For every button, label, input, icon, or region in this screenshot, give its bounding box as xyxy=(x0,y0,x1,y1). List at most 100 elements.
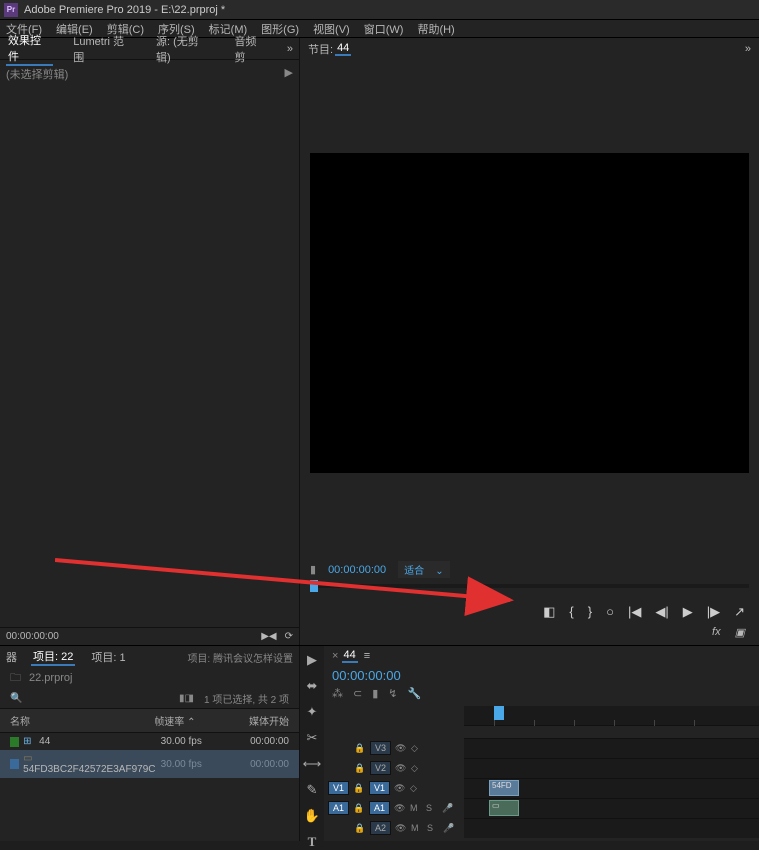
timeline-timecode[interactable]: 00:00:00:00 xyxy=(324,666,759,685)
linked-selection-icon[interactable]: ⊂ xyxy=(353,687,362,700)
marker-add-icon[interactable]: ▮ xyxy=(372,687,378,700)
program-tab-sequence[interactable]: 44 xyxy=(335,42,351,56)
project-filename: 22.prproj xyxy=(29,672,72,684)
voice-icon[interactable]: 🎤 xyxy=(442,803,454,814)
output-icon[interactable]: ◇ xyxy=(411,763,423,774)
eye-icon[interactable]: 👁 xyxy=(395,743,407,754)
label-color xyxy=(10,759,19,769)
lock-icon[interactable]: 🔒 xyxy=(353,803,365,814)
timeline-tab-sequence[interactable]: 44 xyxy=(342,649,358,663)
timeline-tab-menu-icon[interactable]: ≡ xyxy=(364,650,370,662)
no-clip-selected-text: (未选择剪辑) xyxy=(6,69,68,81)
lock-icon[interactable]: 🔒 xyxy=(354,763,366,774)
type-tool[interactable]: T xyxy=(308,834,317,850)
play-button[interactable]: ▶ xyxy=(683,604,693,620)
tab-project-1[interactable]: 项目: 1 xyxy=(89,649,127,665)
mute-button[interactable]: M xyxy=(410,803,422,813)
selection-tool[interactable]: ▶ xyxy=(307,652,317,668)
window-title: Adobe Premiere Pro 2019 - E:\22.prproj * xyxy=(24,4,225,16)
panel-group-label: 器 xyxy=(6,649,17,665)
column-framerate[interactable]: 帧速率 ⌃ xyxy=(154,713,231,728)
program-video-area[interactable] xyxy=(300,60,759,555)
project-row-clip[interactable]: ▭54FD3BC2F42572E3AF979C 30.00 fps 00:00:… xyxy=(0,750,299,778)
timeline-clip-audio[interactable]: ▭ xyxy=(489,800,519,816)
comparison-view-icon[interactable]: ▣ xyxy=(735,626,745,639)
tools-palette: ▶ ⬌ ✦ ✂ ⟷ ✎ ✋ T xyxy=(300,646,324,841)
timeline-panel: ▶ ⬌ ✦ ✂ ⟷ ✎ ✋ T × 44 ≡ 00:00:00:00 ⁂ ⊂ ▮… xyxy=(300,646,759,841)
source-patch-a1[interactable]: A1 xyxy=(328,801,349,815)
program-scrubber[interactable] xyxy=(310,584,749,588)
hand-tool[interactable]: ✋ xyxy=(304,808,320,824)
marker-button[interactable]: ◧ xyxy=(543,604,555,620)
column-name[interactable]: 名称 xyxy=(10,713,154,728)
mute-button[interactable]: M xyxy=(411,823,423,833)
eye-icon[interactable]: 👁 xyxy=(394,803,406,814)
eye-icon[interactable]: 👁 xyxy=(395,823,407,834)
menu-view[interactable]: 视图(V) xyxy=(313,21,350,37)
ripple-edit-tool[interactable]: ✦ xyxy=(307,704,318,720)
menu-help[interactable]: 帮助(H) xyxy=(417,21,454,37)
program-timecode-left[interactable]: 00:00:00:00 xyxy=(328,564,386,576)
wrench-icon[interactable]: 🔧 xyxy=(408,687,422,700)
sequence-icon: ⊞ xyxy=(23,736,39,747)
lock-icon[interactable]: 🔒 xyxy=(354,743,366,754)
search-icon[interactable]: 🔍 xyxy=(10,693,22,704)
program-monitor: 节目: 44 » ▮ 00:00:00:00 适合 ⌄ ◧ { xyxy=(300,38,759,645)
bin-icon[interactable]: 🗀 xyxy=(10,669,21,688)
lock-icon[interactable]: 🔒 xyxy=(354,823,366,834)
tab-project-22[interactable]: 项目: 22 xyxy=(31,648,75,666)
pen-tool[interactable]: ✎ xyxy=(307,782,318,798)
new-bin-icon[interactable]: ▮◨ xyxy=(179,693,194,704)
step-back-button[interactable]: |◀ xyxy=(628,604,641,620)
label-color xyxy=(10,737,19,747)
zoom-fit-dropdown[interactable]: 适合 ⌄ xyxy=(398,561,450,578)
window-titlebar: Pr Adobe Premiere Pro 2019 - E:\22.prpro… xyxy=(0,0,759,20)
slip-tool[interactable]: ⟷ xyxy=(303,756,322,772)
snap-icon[interactable]: ⁂ xyxy=(332,687,343,700)
source-patch-v1[interactable]: V1 xyxy=(328,781,349,795)
track-v1[interactable]: V1🔒V1👁◇ 54FD xyxy=(324,778,759,798)
track-select-tool[interactable]: ⬌ xyxy=(307,678,318,694)
razor-tool[interactable]: ✂ xyxy=(307,730,318,746)
lock-icon[interactable]: 🔒 xyxy=(353,783,365,794)
eye-icon[interactable]: 👁 xyxy=(394,783,406,794)
effect-controls-panel: 效果控件 Lumetri 范围 源: (无剪辑) 音频剪 » (未选择剪辑) ▶… xyxy=(0,38,300,645)
output-icon[interactable]: ◇ xyxy=(410,783,422,794)
settings-icon[interactable]: ↯ xyxy=(388,687,397,700)
next-frame-button[interactable]: |▶ xyxy=(707,604,720,620)
timeline-clip-video[interactable]: 54FD xyxy=(489,780,519,796)
export-frame-button[interactable]: ↗ xyxy=(734,604,745,620)
transport-controls: ◧ { } ○ |◀ ◀| ▶ |▶ ↗ xyxy=(300,594,759,626)
menu-window[interactable]: 窗口(W) xyxy=(364,21,404,37)
solo-button[interactable]: S xyxy=(426,803,438,813)
track-a2[interactable]: 🔒A2👁MS🎤 xyxy=(324,818,759,838)
output-icon[interactable]: ◇ xyxy=(411,743,423,754)
go-to-in-button[interactable]: ○ xyxy=(606,604,614,620)
program-playhead[interactable] xyxy=(310,580,318,592)
track-a1[interactable]: A1🔒A1👁MS🎤 ▭ xyxy=(324,798,759,818)
app-icon: Pr xyxy=(4,3,18,17)
prev-frame-button[interactable]: ◀| xyxy=(655,604,668,620)
voice-icon[interactable]: 🎤 xyxy=(443,823,455,834)
solo-button[interactable]: S xyxy=(427,823,439,833)
project-row-sequence[interactable]: ⊞44 30.00 fps 00:00:00 xyxy=(0,733,299,750)
eye-icon[interactable]: 👁 xyxy=(395,763,407,774)
video-clip-icon: ▭ xyxy=(23,753,39,764)
out-point-button[interactable]: } xyxy=(588,604,592,620)
project-items-table: 名称 帧速率 ⌃ 媒体开始 ⊞44 30.00 fps 00:00:00 ▭54… xyxy=(0,708,299,841)
project-panel: 器 项目: 22 项目: 1 项目: 腾讯会议怎样设置 🗀 22.prproj … xyxy=(0,646,300,841)
timeline-playhead[interactable] xyxy=(494,706,504,720)
track-v3[interactable]: 🔒V3👁◇ xyxy=(324,738,759,758)
panel-menu-icon[interactable]: » xyxy=(287,43,293,55)
effects-timecode: 00:00:00:00 xyxy=(6,631,59,642)
effects-toggle-icon[interactable]: ▶◀ xyxy=(261,631,276,642)
playhead-icon[interactable]: ▶ xyxy=(285,66,293,79)
timeline-ruler[interactable] xyxy=(464,706,759,726)
column-media-start[interactable]: 媒体开始 xyxy=(231,713,289,728)
in-point-button[interactable]: { xyxy=(569,604,573,620)
effects-wrench-icon[interactable]: ⟳ xyxy=(285,631,293,642)
video-output xyxy=(310,153,749,473)
fx-badge[interactable]: fx xyxy=(712,626,721,639)
program-panel-menu-icon[interactable]: » xyxy=(745,43,751,55)
track-v2[interactable]: 🔒V2👁◇ xyxy=(324,758,759,778)
